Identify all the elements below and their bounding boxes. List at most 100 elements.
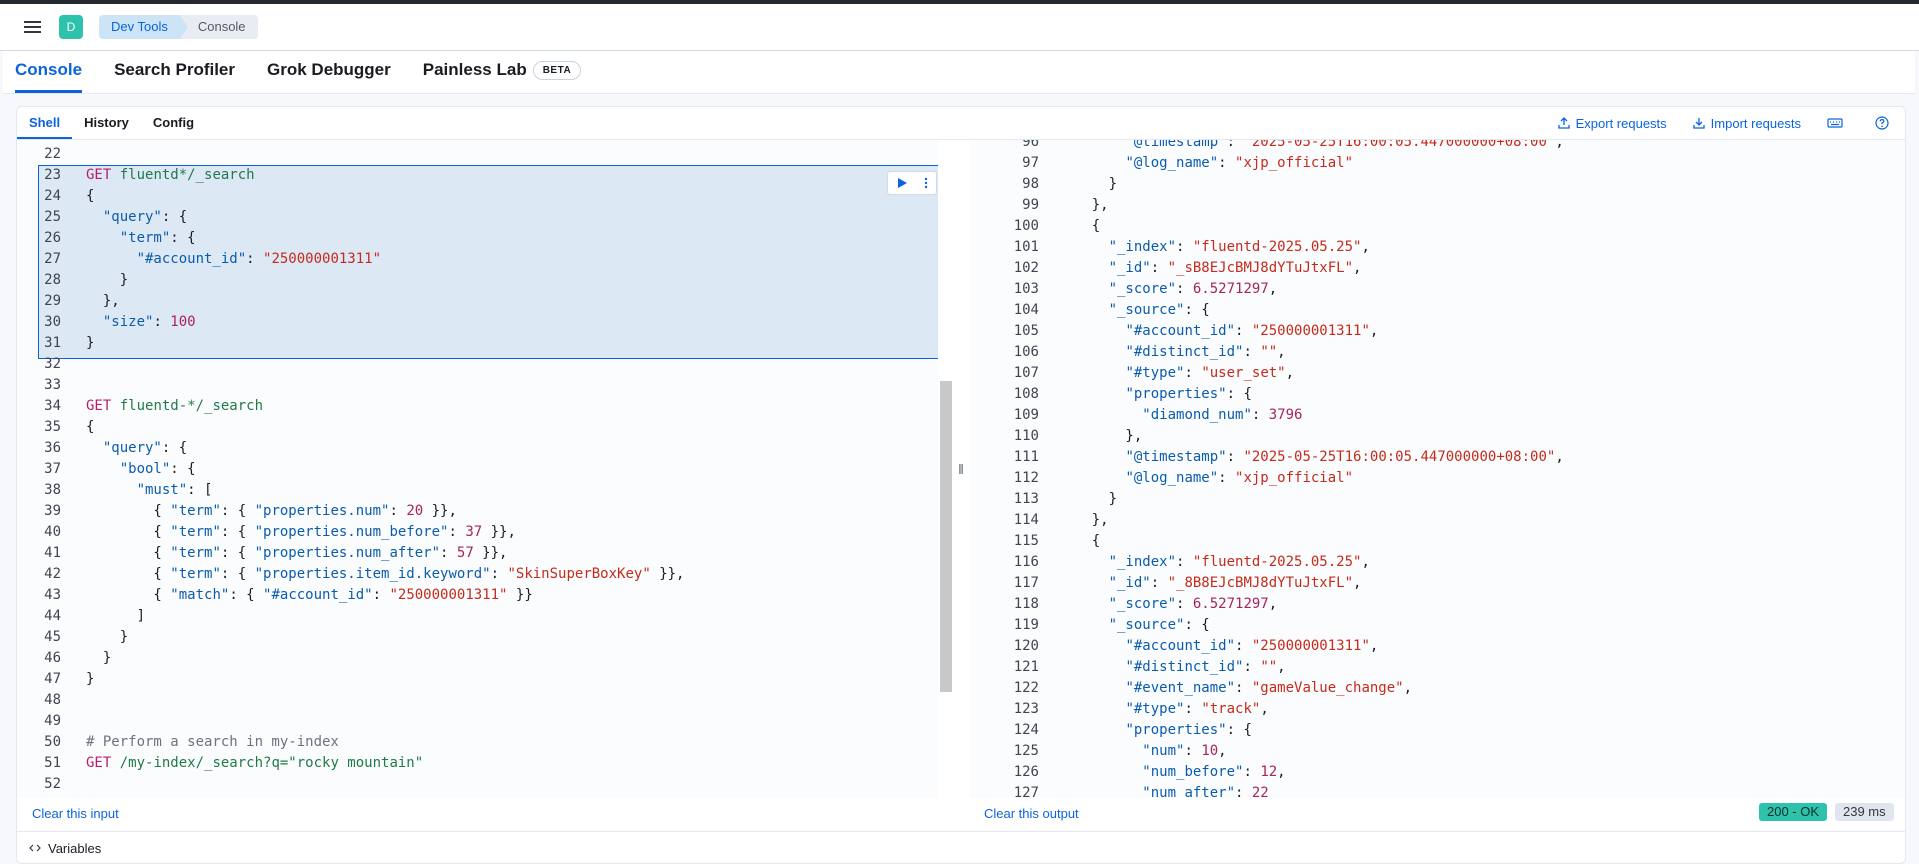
panel-resizer[interactable]: ‖ (953, 140, 969, 798)
code-token: "_8B8EJcBMJ8dYTuJtxFL" (1167, 575, 1354, 591)
output-code-line: "_score": 6.5271297, (1058, 594, 1278, 615)
output-line-number: 123 (1013, 701, 1039, 717)
code-token: , (1277, 344, 1286, 360)
variables-bar[interactable]: Variables (17, 831, 1905, 864)
editor-scrollbar-thumb[interactable] (940, 381, 952, 692)
code-token: "#distinct_id" (1125, 344, 1244, 360)
code-token: : { (161, 440, 188, 456)
output-line-number: 107 (1013, 365, 1039, 381)
console-footer: Clear this input Clear this output (17, 798, 1905, 830)
output-code-line: }, (1058, 510, 1109, 531)
code-token: : (1235, 785, 1252, 798)
editor-code-line: { "match": { "#account_id": "25000000131… (86, 585, 532, 606)
tab-console[interactable]: Console (15, 60, 83, 93)
output-code-line: "@timestamp": "2025-05-25T16:00:05.44700… (1058, 447, 1563, 468)
code-token: "match" (170, 587, 230, 603)
code-token: }}, (650, 566, 685, 582)
code-token: : (1251, 407, 1269, 423)
code-token: , (1285, 365, 1295, 381)
editor-line-number: 27 (44, 251, 61, 267)
editor-code-line: } (86, 627, 128, 648)
code-token: : (1150, 260, 1168, 276)
editor-line-number: 41 (44, 545, 61, 561)
avatar[interactable]: D (59, 15, 83, 39)
import-requests-label: Import requests (1710, 115, 1801, 131)
editor-code-line: ] (86, 606, 145, 627)
console-panel: Shell History Config Export requests Imp… (16, 106, 1906, 864)
tab-painless-lab[interactable]: Painless Lab BETA (423, 60, 582, 93)
code-token: , (1369, 638, 1379, 654)
code-token: : (1243, 659, 1261, 675)
editor-code-line: { "term": { "properties.num_after": 57 }… (86, 543, 507, 564)
clear-output-link[interactable]: Clear this output (984, 806, 1079, 821)
clear-input-link[interactable]: Clear this input (32, 806, 119, 821)
editor-code-line: { "term": { "properties.num_before": 37 … (86, 522, 515, 543)
editor-line-number: 24 (44, 188, 61, 204)
code-token: : (490, 566, 508, 582)
code-token: : { (229, 587, 264, 603)
output-line-number: 124 (1013, 722, 1039, 738)
request-editor[interactable]: 22 23 GET fluentd*/_search 24{25 "query": {… (17, 140, 938, 798)
breadcrumb-dev-tools[interactable]: Dev Tools (99, 15, 188, 39)
subtab-history[interactable]: History (72, 107, 141, 139)
export-requests-button[interactable]: Export requests (1557, 116, 1667, 131)
tab-search-profiler[interactable]: Search Profiler (114, 60, 235, 93)
code-token: : { (1226, 722, 1252, 738)
code-token: } (1058, 491, 1118, 507)
code-token: : (1235, 323, 1252, 339)
editor-code-line: } (86, 669, 94, 690)
editor-line-number: 48 (44, 692, 61, 708)
editor-code-line: { (86, 186, 94, 207)
code-token: "properties" (1125, 386, 1227, 402)
code-token: : { (220, 545, 255, 561)
editor-code-line: } (86, 648, 111, 669)
response-output[interactable]: 96 "@timestamp": "2025-05-25T16:00:05.44… (969, 140, 1905, 798)
editor-line-number: 50 (44, 734, 61, 750)
code-token: : { (220, 524, 255, 540)
editor-line-number: 35 (44, 419, 61, 435)
editor-scrollbar[interactable] (939, 140, 953, 798)
code-token: GET (86, 398, 112, 414)
subtab-config[interactable]: Config (141, 107, 206, 139)
code-token: , (1403, 680, 1413, 696)
code-token: "size" (102, 314, 154, 330)
code-token: "" (1260, 344, 1278, 360)
subtab-shell[interactable]: Shell (17, 107, 73, 139)
code-token: }}, (423, 503, 457, 519)
keyboard-shortcuts-button[interactable] (1827, 117, 1849, 129)
editor-line-number: 34 (44, 398, 61, 414)
editor-code-line: GET /my-index/_search?q="rocky mountain" (86, 753, 423, 774)
code-token: "#distinct_id" (1125, 659, 1244, 675)
editor-code-line: "size": 100 (86, 312, 196, 333)
more-options-icon[interactable] (923, 177, 929, 189)
output-line-number: 108 (1013, 386, 1039, 402)
menu-toggle-button[interactable] (15, 10, 49, 44)
code-token: , (1353, 575, 1362, 591)
play-icon[interactable] (896, 177, 908, 189)
output-line-number: 96 (1022, 140, 1039, 150)
keyboard-icon (1827, 118, 1843, 128)
editor-line-number: 44 (44, 608, 61, 624)
output-code-line: "@log_name": "xjp_official" (1058, 153, 1353, 174)
code-token: : (1218, 470, 1236, 486)
output-line-number: 119 (1013, 617, 1039, 633)
code-token: fluentd*/_search (119, 167, 255, 183)
code-token: "num_before" (1142, 764, 1244, 780)
code-token: 3796 (1268, 407, 1303, 423)
code-token: "#account_id" (1125, 323, 1236, 339)
output-code-line: "num_before": 12, (1058, 762, 1285, 783)
import-requests-button[interactable]: Import requests (1693, 116, 1801, 131)
code-token: } (86, 650, 112, 666)
help-button[interactable] (1875, 116, 1895, 130)
tab-grok-debugger[interactable]: Grok Debugger (267, 60, 391, 93)
